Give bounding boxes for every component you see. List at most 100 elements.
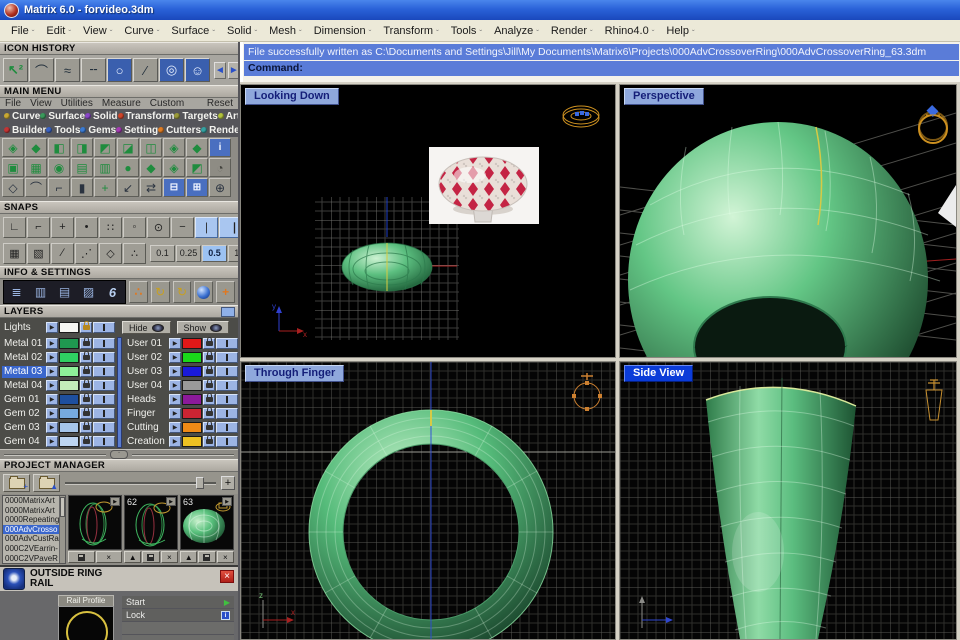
layer-color-swatch[interactable] [59,366,79,377]
surface-tool-icon[interactable]: ▣ [2,158,24,177]
category-tab[interactable]: Surface [40,111,85,122]
layer-name[interactable]: Metal 03 [2,366,46,378]
layer-color-swatch[interactable] [182,436,202,447]
viewport-looking-down[interactable]: y x Looking Down [240,84,616,358]
layer-expand-button[interactable]: ▶ [46,338,58,349]
layer-name[interactable]: Creation [125,436,169,448]
snap-increment-button[interactable]: 0.25 [176,245,201,262]
layer-expand-button[interactable]: ▶ [169,436,181,447]
main-menu-reset-button[interactable]: Reset [207,98,233,109]
save-state-button[interactable] [68,551,95,563]
layer-color-swatch[interactable] [182,352,202,363]
category-tab[interactable]: Setting [116,125,158,136]
menu-item[interactable]: Surface ˇ [164,23,220,39]
layer-lock-icon[interactable] [203,394,215,405]
transform-tool-icon[interactable]: + [94,178,116,197]
project-file-item[interactable]: 0000MatrixArt [3,506,60,516]
surface-tool-icon[interactable]: ◨ [71,138,93,157]
layer-color-swatch[interactable] [59,408,79,419]
snap-icon[interactable]: ◦ [123,217,146,238]
layer-lock-icon[interactable] [203,408,215,419]
transform-tool-icon[interactable]: ⊕ [209,178,231,197]
snap-mode-icon[interactable]: ▦ [3,243,26,264]
layer-visibility-toggle[interactable] [93,322,115,333]
project-file-item[interactable]: 0000MatrixArt [3,496,60,506]
project-file-item[interactable]: 0000Repeating [3,515,60,525]
file-list-scrollbar[interactable] [59,496,65,563]
notes-icon[interactable]: ▨ [77,282,100,302]
layer-lock-icon[interactable] [203,436,215,447]
snap-increment-button[interactable]: 1.0 [228,245,240,262]
layer-visibility-toggle[interactable] [216,436,238,447]
surface-tool-icon[interactable]: ◪ [117,138,139,157]
layer-name[interactable]: Gem 01 [2,394,46,406]
state-menu-button[interactable]: ▶ [110,497,120,506]
transform-tool-icon[interactable]: ▮ [71,178,93,197]
layer-name[interactable]: Metal 01 [2,338,46,350]
layer-lock-icon[interactable] [80,408,92,419]
history-tool-icon[interactable]: ╌ [81,58,106,82]
project-file-item[interactable]: 000C2VEarrin- [3,544,60,554]
snap-icon[interactable]: ⌐ [27,217,50,238]
snap-mode-icon[interactable]: ∴ [123,243,146,264]
history-tool-icon[interactable]: ≈ [55,58,80,82]
layer-color-swatch[interactable] [59,338,79,349]
builder-lock-row[interactable]: Lock i [122,609,234,622]
menu-item[interactable]: Edit ˇ [39,23,76,39]
title-bar[interactable]: Matrix 6.0 - forvideo.3dm [0,0,960,20]
layer-lock-icon[interactable] [80,422,92,433]
viewport-perspective[interactable]: Perspective [619,84,957,358]
render-sphere-icon[interactable] [194,281,213,303]
category-tab[interactable]: Solid [85,111,117,122]
surface-tool-icon[interactable]: ◆ [25,138,47,157]
restore-state-button[interactable]: ▲ [180,551,197,563]
main-menu-custom[interactable]: Custom [150,98,184,109]
snap-mode-icon[interactable]: ◇ [99,243,122,264]
history-tool-icon[interactable]: ◎ [159,58,184,82]
collapse-knob[interactable]: ◦ [110,450,128,459]
transform-tool-icon[interactable]: ⊞ [186,178,208,197]
state-menu-button[interactable]: ▶ [166,497,176,506]
main-menu-measure[interactable]: Measure [102,98,141,109]
layer-visibility-toggle[interactable] [93,394,115,405]
menu-item[interactable]: Dimension ˇ [307,23,377,39]
swap-layer-icon[interactable]: ↻ [173,281,192,303]
transform-tool-icon[interactable]: ◇ [2,178,24,197]
layer-expand-button[interactable]: ▶ [169,422,181,433]
snap-icon[interactable]: ∷ [99,217,122,238]
state-menu-button[interactable]: ▶ [222,497,232,506]
delete-state-button[interactable]: × [217,551,234,563]
transform-tool-icon[interactable]: ⌒ [25,178,47,197]
snap-icon[interactable]: ∟ [3,217,26,238]
palette-icon[interactable]: ∴ [129,281,148,303]
menu-item[interactable]: Render ˇ [544,23,598,39]
layer-expand-button[interactable]: ▶ [46,366,58,377]
layer-name[interactable]: Heads [125,394,169,406]
layer-color-swatch[interactable] [182,394,202,405]
layer-name[interactable]: Metal 02 [2,352,46,364]
layer-lock-icon[interactable] [80,338,92,349]
layer-lock-icon[interactable] [80,394,92,405]
surface-tool-icon[interactable]: ◩ [94,138,116,157]
layers-panel-icon[interactable] [221,307,235,317]
snap-icon[interactable]: + [51,217,74,238]
layer-expand-button[interactable]: ▶ [46,380,58,391]
layer-lock-icon[interactable] [203,338,215,349]
slider-handle[interactable] [196,477,204,489]
object-box-icon[interactable]: ▥ [29,282,52,302]
surface-tool-icon[interactable]: ◧ [48,138,70,157]
snap-increment-button[interactable]: 0.1 [150,245,175,262]
save-state-button[interactable] [142,551,159,563]
layer-lock-icon[interactable] [80,436,92,447]
command-history-line[interactable]: File successfully written as C:\Document… [244,44,959,60]
surface-tool-icon[interactable]: ◆ [186,138,208,157]
layer-visibility-toggle[interactable] [93,422,115,433]
category-tab[interactable]: Cutters [158,125,201,136]
layer-visibility-toggle[interactable] [93,338,115,349]
surface-tool-icon[interactable]: ◈ [163,158,185,177]
menu-item[interactable]: Analyze ˇ [487,23,544,39]
command-prompt[interactable]: Command: [244,61,959,76]
menu-item[interactable]: Curve ˇ [117,23,164,39]
snap-mode-icon[interactable]: ▧ [27,243,50,264]
layer-color-swatch[interactable] [182,380,202,391]
